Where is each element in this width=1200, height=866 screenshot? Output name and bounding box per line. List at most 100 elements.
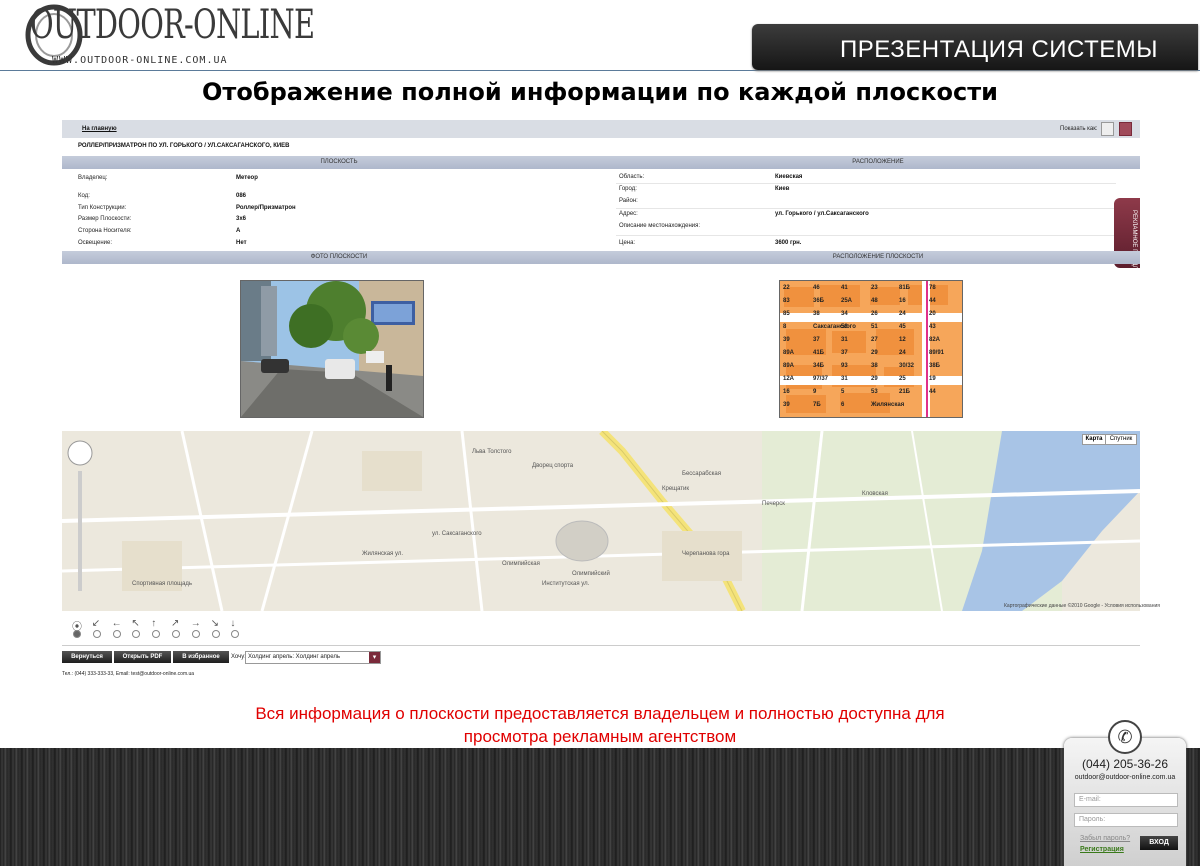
map-thumb-label: 8 (783, 324, 787, 330)
login-button[interactable]: ВХОД (1140, 836, 1178, 850)
map-thumb-label: 41Б (813, 350, 824, 356)
logo-wordmark: OUTDOOR-ONLINE (30, 2, 315, 48)
map-thumb-label: Саксаганского (813, 324, 856, 330)
map-thumb-label: 41 (841, 285, 848, 291)
field-value: 086 (236, 193, 247, 199)
field-label: Район: (619, 198, 638, 204)
direction-arrow-icon: → (190, 618, 201, 629)
direction-radio[interactable] (211, 630, 220, 638)
map-copyright: Картографические данные ©2010 Google - У… (1004, 603, 1160, 609)
map-thumb-label: 34Б (813, 363, 824, 369)
map-thumb-label: 37 (813, 337, 820, 343)
map-thumb-label: 21Б (899, 389, 910, 395)
map-thumb-label: 85 (783, 311, 790, 317)
row-divider (616, 183, 1116, 184)
map-thumb-label: 23 (871, 285, 878, 291)
map-thumb-label: 25 (899, 376, 906, 382)
map-thumb-label: 31 (841, 376, 848, 382)
want-label: Хочу: (231, 654, 246, 660)
direction-arrow-icon: ↖ (131, 618, 140, 629)
map-thumb-label: 37 (841, 350, 848, 356)
section-map-header: РАСПОЛОЖЕНИЕ ПЛОСКОСТИ (616, 251, 1140, 264)
map-thumb-label: 46 (813, 285, 820, 291)
map-thumb-label: 30/32 (899, 363, 915, 369)
map-thumb-label: 39 (783, 402, 790, 408)
map-thumb-label: 38 (871, 363, 878, 369)
direction-arrow-icon: ↗ (171, 618, 180, 629)
map-thumb-label: 39 (783, 337, 790, 343)
slide-title: Отображение полной информации по каждой … (202, 78, 998, 106)
map-thumb-label: 51 (871, 324, 878, 330)
map-thumb-label: 34 (841, 311, 848, 317)
map-button-map[interactable]: Карта (1082, 434, 1106, 445)
map-thumb-label: 36Б (813, 298, 824, 304)
direction-radio[interactable] (112, 630, 121, 638)
back-button[interactable]: Вернуться (62, 651, 112, 663)
listing-address-title: РОЛЛЕР/ПРИЗМАТРОН ПО УЛ. ГОРЬКОГО / УЛ.С… (78, 143, 290, 149)
footer-texture (0, 748, 1200, 866)
map-thumb-label: 89/91 (929, 350, 945, 356)
direction-arrow-icon: ↙ (91, 618, 101, 629)
campaign-select[interactable]: Холдинг апрель: Холдинг апрель ▾ (245, 651, 381, 664)
map-thumb-label: 48 (871, 298, 878, 304)
field-label: Размер Плоскости: (78, 216, 132, 222)
direction-arrow-icon: ↘ (210, 618, 219, 629)
map-thumb-label: 81Б (899, 285, 910, 291)
direction-radio[interactable] (172, 630, 180, 638)
password-field[interactable]: Пароль: (1074, 813, 1178, 827)
field-label: Область: (619, 174, 645, 180)
row-divider (616, 235, 1116, 236)
field-label: Описание местонахождения: (619, 223, 701, 229)
map-thumb-label: 22 (783, 285, 790, 291)
map-button-satellite[interactable]: Спутник (1105, 434, 1137, 445)
section-photo-header: ФОТО ПЛОСКОСТИ (62, 251, 616, 264)
map-thumb-label: 44 (929, 298, 936, 304)
home-link[interactable]: На главную (82, 126, 117, 132)
direction-arrow-icon: ← (111, 618, 122, 629)
direction-radio[interactable] (191, 630, 200, 638)
add-favorites-button[interactable]: В избранное (173, 651, 229, 663)
map-thumb-label: 83 (783, 298, 790, 304)
field-label: Освещение: (78, 240, 112, 246)
map-thumb-label: 82А (929, 337, 941, 343)
map-thumb-label: 43 (929, 324, 936, 330)
section-plane-header: ПЛОСКОСТЬ (62, 156, 616, 169)
contact-email[interactable]: outdoor@outdoor-online.com.ua (1064, 774, 1186, 781)
map-thumb-label: 38Б (929, 363, 940, 369)
map-thumb-label: 25А (841, 298, 853, 304)
field-value: ул. Горького / ул.Саксаганского (775, 211, 869, 217)
forgot-password-link[interactable]: Забыл пароль? (1080, 835, 1130, 842)
field-value: 3600 грн. (775, 240, 802, 246)
map-thumb-label: 24 (899, 350, 906, 356)
map-thumb-label: 20 (929, 311, 936, 317)
presentation-title: ПРЕЗЕНТАЦИЯ СИСТЕМЫ (840, 36, 1158, 63)
chevron-down-icon[interactable]: ▾ (369, 652, 380, 663)
map-thumb-label: 78 (929, 285, 936, 291)
email-field[interactable]: E-mail: (1074, 793, 1178, 807)
section-location-header: РАСПОЛОЖЕНИЕ (616, 156, 1140, 169)
map-thumb-label: 9 (813, 389, 817, 395)
map-thumb-labels: 22 46 41 23 81Б 78 83 36Б 25А 48 16 44 85 38 34 26 24 20 8… (779, 280, 961, 416)
direction-radio[interactable] (92, 630, 101, 638)
grid-view-icon[interactable] (1119, 122, 1132, 136)
map-thumb-label: 38 (813, 311, 820, 317)
interactive-map[interactable] (62, 431, 1140, 611)
map-thumb-label: Жилянская (871, 402, 905, 408)
map-thumb-label: 89А (783, 363, 795, 369)
direction-radio[interactable] (73, 630, 81, 638)
field-value: Нет (236, 240, 247, 246)
register-link[interactable]: Регистрация (1080, 846, 1124, 853)
map-thumb-label: 89А (783, 350, 795, 356)
field-value: А (236, 228, 241, 234)
phone-icon: ✆ (1108, 720, 1142, 754)
open-pdf-button[interactable]: Открыть PDF (114, 651, 171, 663)
map-thumb-label: 93 (841, 363, 848, 369)
field-label: Город: (619, 186, 637, 192)
field-label: Адрес: (619, 211, 638, 217)
billboard-photo[interactable] (240, 280, 424, 418)
contacts-line: Тел.: (044) 333-333-33, Email: test@outd… (62, 671, 195, 677)
field-value: 3х6 (236, 216, 247, 222)
direction-arrow-icon: ↓ (230, 618, 236, 629)
map-thumb-label: 6 (841, 402, 845, 408)
list-view-icon[interactable] (1101, 122, 1114, 136)
